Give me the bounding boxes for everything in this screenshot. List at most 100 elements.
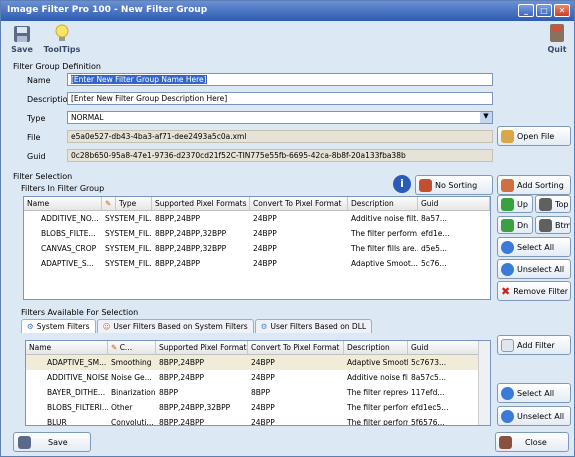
table-row[interactable]: BLOBS_FILTE... SYSTEM_FIL... 8BPP,24BPP,32…	[24, 226, 490, 241]
cell-name: BAYER_DITHE...	[47, 388, 106, 397]
col-pixel-formats[interactable]: Supported Pixel Formats	[156, 341, 248, 354]
unselect-all-label: Unselect All	[517, 411, 565, 421]
tab-user-system-filters[interactable]: ☺ User Filters Based on System Filters	[96, 319, 254, 333]
cell-description: Adaptive Smoothi...	[347, 358, 408, 367]
add-filter-button[interactable]: Add Filter	[497, 335, 571, 355]
toolbar-tooltips-button[interactable]: ToolTips	[43, 23, 81, 54]
footer-save-label: Save	[48, 437, 68, 447]
info-icon[interactable]: i	[393, 175, 411, 193]
move-up-button[interactable]: Up	[497, 195, 533, 213]
col-pixel-formats[interactable]: Supported Pixel Formats	[152, 197, 250, 210]
toolbar-quit-button[interactable]: Quit	[545, 23, 569, 54]
table-header: Name ✎ C... Supported Pixel Formats Conv…	[26, 341, 490, 355]
toolbar-save-label: Save	[11, 45, 33, 54]
category-icon-col[interactable]: ✎	[102, 197, 116, 210]
cell-guid: 5f6576...	[411, 418, 445, 425]
no-sorting-label: No Sorting	[435, 180, 478, 190]
add-sorting-button[interactable]: Add Sorting	[497, 175, 571, 195]
cell-name: BLOBS_FILTE...	[41, 229, 96, 238]
tab-system-filters[interactable]: ⚙ System Filters	[21, 319, 96, 333]
cell-guid: efd1ec5...	[411, 403, 449, 412]
cell-formats: 8BPP,24BPP	[155, 214, 201, 223]
col-convert-format[interactable]: Convert To Pixel Format	[248, 341, 344, 354]
available-unselect-all-button[interactable]: Unselect All	[497, 406, 571, 426]
cell-type: SYSTEM_FIL...	[105, 259, 152, 268]
col-name[interactable]: Name	[26, 341, 108, 354]
tab-label: User Filters Based on System Filters	[113, 322, 248, 331]
remove-filter-button[interactable]: ✖ Remove Filter	[497, 281, 571, 301]
col-category-label: C...	[119, 343, 133, 352]
col-category[interactable]: ✎ C...	[108, 341, 156, 354]
maximize-button[interactable]: □	[536, 4, 552, 17]
type-label: Type	[27, 114, 46, 123]
move-top-button[interactable]: Top	[535, 195, 571, 213]
minimize-button[interactable]: _	[518, 4, 534, 17]
table-row[interactable]: BAYER_DITHE... Binarization 8BPP 8BPP The fi…	[26, 385, 490, 400]
unselect-all-label: Unselect All	[517, 264, 565, 274]
cell-type: SYSTEM_FIL...	[105, 229, 152, 238]
cell-category: Convoluti...	[111, 418, 154, 425]
cell-convert: 24BPP	[251, 373, 275, 382]
scrollbar[interactable]	[478, 341, 490, 425]
chevron-down-icon[interactable]: ▼	[480, 112, 492, 123]
select-all-icon	[501, 386, 514, 400]
cell-convert: 24BPP	[251, 418, 275, 425]
add-filter-icon	[501, 338, 514, 352]
open-file-button[interactable]: Open File	[497, 126, 571, 146]
toolbar-save-button[interactable]: Save	[9, 25, 35, 54]
description-input[interactable]: [Enter New Filter Group Description Here…	[67, 92, 493, 105]
move-bottom-button[interactable]: Btm	[535, 216, 571, 234]
col-guid[interactable]: Guid	[408, 341, 480, 354]
tab-user-dll-filters[interactable]: ⚙ User Filters Based on DLL	[254, 319, 373, 333]
file-field: e5a0e527-db43-4ba3-af71-dee2493a5c0a.xml	[67, 130, 493, 143]
tab-label: User Filters Based on DLL	[270, 322, 367, 331]
col-type[interactable]: Type	[116, 197, 152, 210]
cell-formats: 8BPP,24BPP,32BPP	[155, 244, 227, 253]
remove-x-icon: ✖	[501, 284, 511, 298]
table-row[interactable]: CANVAS_CROP SYSTEM_FIL... 8BPP,24BPP,32BPP…	[24, 241, 490, 256]
select-all-label: Select All	[517, 388, 555, 398]
cell-category: Other	[111, 403, 133, 412]
cell-convert: 24BPP	[253, 244, 277, 253]
type-value: NORMAL	[71, 113, 104, 122]
name-input[interactable]: [Enter New Filter Group Name Here]	[67, 73, 493, 86]
select-all-button[interactable]: Select All	[497, 237, 571, 257]
cell-name: ADDITIVE_NO...	[41, 214, 99, 223]
filters-in-group-table[interactable]: Name ✎ Type Supported Pixel Formats Conv…	[23, 196, 491, 300]
unselect-all-icon	[501, 409, 514, 423]
tab-label: System Filters	[36, 322, 90, 331]
col-description[interactable]: Description	[344, 341, 408, 354]
no-sorting-button[interactable]: No Sorting	[415, 175, 493, 195]
footer-close-button[interactable]: Close	[495, 432, 569, 452]
col-name[interactable]: Name	[24, 197, 102, 210]
table-row[interactable]: ADAPTIVE_S... SYSTEM_FIL... 8BPP,24BPP 24BP…	[24, 256, 490, 271]
available-select-all-button[interactable]: Select All	[497, 383, 571, 403]
table-row[interactable]: BLUR Convoluti... 8BPP,24BPP 24BPP The filte…	[26, 415, 490, 425]
unselect-all-button[interactable]: Unselect All	[497, 259, 571, 279]
col-description[interactable]: Description	[348, 197, 418, 210]
table-row[interactable]: BLOBS_FILTERI... Other 8BPP,24BPP,32BPP 24B…	[26, 400, 490, 415]
col-guid[interactable]: Guid	[418, 197, 490, 210]
col-convert-format[interactable]: Convert To Pixel Format	[250, 197, 348, 210]
cell-formats: 8BPP,24BPP	[155, 259, 201, 268]
type-select[interactable]: NORMAL ▼	[67, 111, 493, 124]
cell-name: ADAPTIVE_S...	[41, 259, 94, 268]
cell-convert: 24BPP	[253, 214, 277, 223]
cell-convert: 24BPP	[253, 259, 277, 268]
table-row[interactable]: ADDITIVE_NOISE Noise Ge... 8BPP,24BPP 24BPP…	[26, 370, 490, 385]
close-window-button[interactable]: ✕	[554, 4, 570, 17]
cell-convert: 24BPP	[251, 358, 275, 367]
toolbar-quit-label: Quit	[547, 45, 567, 54]
footer-save-button[interactable]: Save	[13, 432, 91, 452]
available-filters-table[interactable]: Name ✎ C... Supported Pixel Formats Conv…	[25, 340, 491, 426]
cell-category: Noise Ge...	[111, 373, 152, 382]
footer-close-label: Close	[525, 437, 547, 447]
add-sort-icon	[501, 178, 514, 192]
cell-formats: 8BPP,24BPP	[159, 418, 205, 425]
move-down-button[interactable]: Dn	[497, 216, 533, 234]
table-row[interactable]: ADAPTIVE_SM... Smoothing 8BPP,24BPP 24BPP Ad…	[26, 355, 490, 370]
arrow-up-icon	[501, 197, 514, 211]
file-label: File	[27, 133, 41, 142]
table-row[interactable]: ADDITIVE_NO... SYSTEM_FIL... 8BPP,24BPP 24B…	[24, 211, 490, 226]
remove-filter-label: Remove Filter	[513, 286, 569, 296]
